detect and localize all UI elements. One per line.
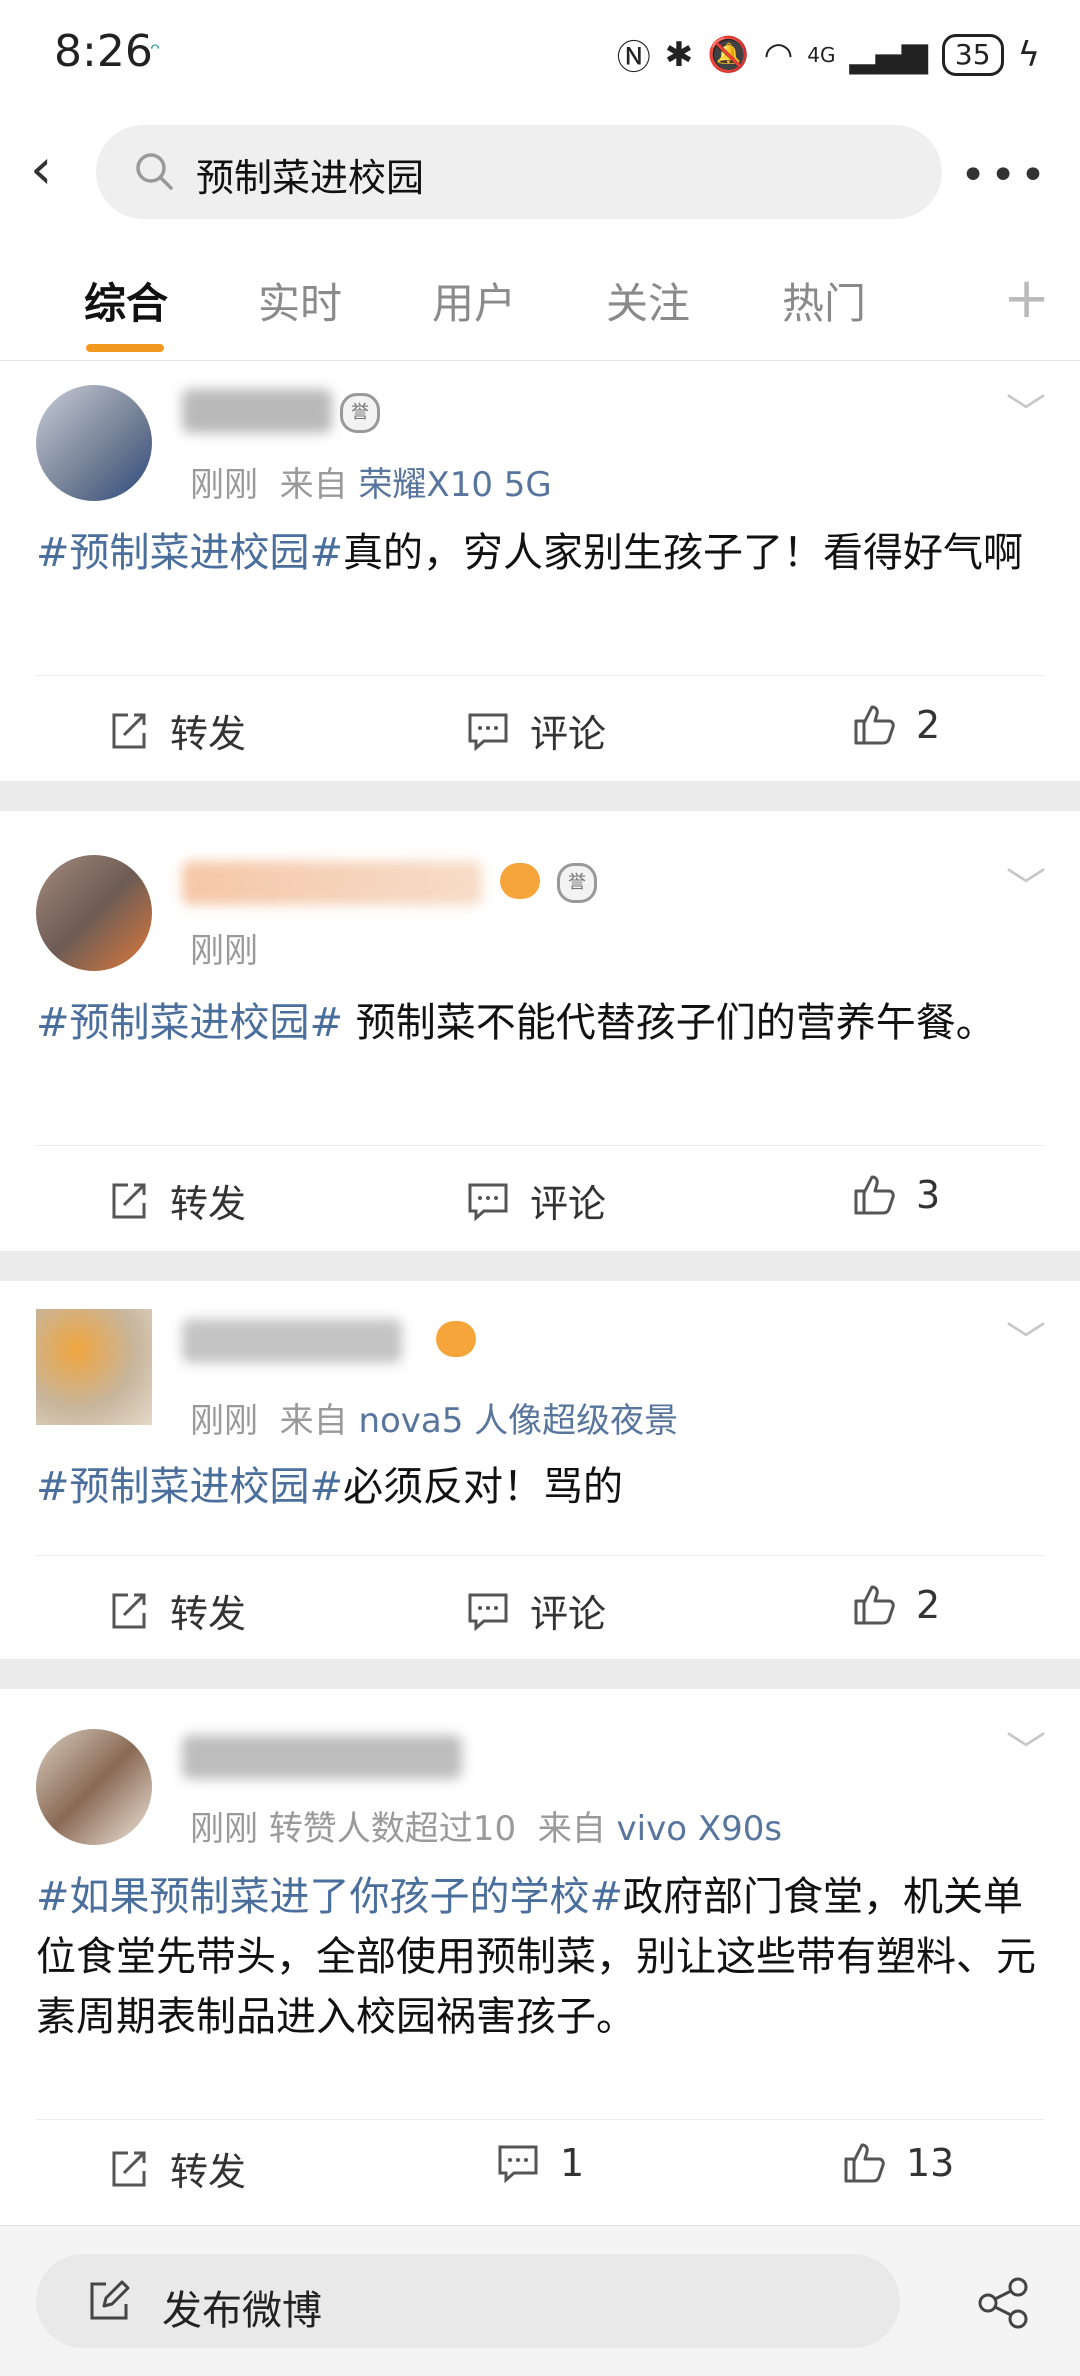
comment-button[interactable]: 评论: [466, 1583, 606, 1638]
thumbs-up-icon: [844, 2143, 885, 2183]
charging-icon: ϟ: [1017, 34, 1040, 75]
mute-icon: 🔕: [707, 34, 750, 75]
post-meta: 刚刚 来自 nova5 人像超级夜景: [190, 1401, 679, 1441]
hashtag-link[interactable]: #预制菜进校园#: [36, 1000, 343, 1046]
username-blurred[interactable]: [182, 1735, 462, 1779]
post-text[interactable]: #预制菜进校园#必须反对！骂的: [36, 1457, 1044, 1517]
post-source[interactable]: 荣耀X10 5G: [358, 465, 551, 505]
bottom-bar: 发布微博: [0, 2225, 1080, 2376]
search-query: 预制菜进校园: [196, 156, 425, 200]
comment-icon: [468, 713, 508, 751]
post-text[interactable]: #预制菜进校园#真的，穷人家别生孩子了！看得好气啊: [36, 523, 1044, 583]
tab-users[interactable]: 用户: [432, 270, 516, 331]
post-meta: 刚刚 转赞人数超过10 来自 vivo X90s: [190, 1809, 783, 1849]
chevron-down-icon[interactable]: ﹀: [1006, 1309, 1046, 1367]
avatar[interactable]: [36, 385, 152, 501]
battery-level: 35: [941, 33, 1004, 76]
post-meta: 刚刚 来自 荣耀X10 5G: [190, 465, 552, 505]
status-time: 8:26: [54, 26, 153, 77]
comment-button[interactable]: 1: [496, 2141, 584, 2185]
share-icon[interactable]: [976, 2276, 1030, 2330]
divider: [36, 1145, 1044, 1146]
network-type: 4G: [807, 42, 836, 67]
add-tab-icon[interactable]: +: [1003, 266, 1050, 331]
like-button[interactable]: 2: [852, 1583, 940, 1627]
post-text[interactable]: #预制菜进校园# 预制菜不能代替孩子们的营养午餐。: [36, 993, 1044, 1053]
status-bar: 8:26 ᵔ Ⓝ ✱ 🔕 ◠ 4G ▂▄▆ 35 ϟ: [0, 0, 1080, 110]
wifi-icon: ◠: [763, 34, 794, 75]
username-blurred[interactable]: [182, 861, 482, 905]
signal-icon: ▂▄▆: [849, 34, 928, 75]
thumbs-up-icon: [854, 1175, 895, 1215]
search-header: ‹ 预制菜进校园 •••: [0, 110, 1080, 236]
repost-icon: [112, 713, 146, 748]
tab-following[interactable]: 关注: [606, 270, 690, 331]
chevron-down-icon[interactable]: ﹀: [1006, 1719, 1046, 1777]
comment-icon: [468, 1183, 508, 1221]
repost-button[interactable]: 转发: [106, 2141, 246, 2196]
compose-label: 发布微博: [162, 2288, 322, 2334]
hashtag-link[interactable]: #预制菜进校园#: [36, 1464, 343, 1510]
comment-button[interactable]: 评论: [466, 703, 606, 758]
edit-icon: [90, 2280, 130, 2320]
repost-button[interactable]: 转发: [106, 1583, 246, 1638]
nfc-icon: Ⓝ: [616, 38, 651, 78]
back-icon[interactable]: ‹: [30, 140, 70, 200]
avatar[interactable]: [36, 1309, 162, 1425]
repost-icon: [112, 2151, 146, 2186]
post-actions: 转发 评论 2: [0, 1557, 1080, 1667]
post-source[interactable]: vivo X90s: [617, 1809, 783, 1849]
repost-button[interactable]: 转发: [106, 703, 246, 758]
tab-comprehensive[interactable]: 综合: [84, 270, 168, 331]
post-card[interactable]: ﹀ 刚刚 来自 nova5 人像超级夜景 #预制菜进校园#必须反对！骂的 转发 …: [0, 1281, 1080, 1659]
comment-icon: [498, 2145, 538, 2184]
post-meta: 刚刚: [190, 931, 258, 971]
repost-button[interactable]: 转发: [106, 1173, 246, 1228]
level-badge-icon: 誉: [557, 863, 597, 903]
repost-icon: [112, 1183, 146, 1218]
repost-icon: [112, 1593, 146, 1628]
sync-icon: ᵔ: [150, 38, 161, 68]
bluetooth-icon: ✱: [664, 34, 694, 75]
more-icon[interactable]: •••: [960, 150, 1050, 201]
tab-hot[interactable]: 热门: [782, 270, 866, 331]
post-actions: 转发 1 13: [0, 2115, 1080, 2225]
chevron-down-icon[interactable]: ﹀: [1006, 381, 1046, 439]
fan-badge-icon: [500, 863, 540, 899]
post-actions: 转发 评论 2: [0, 677, 1080, 787]
level-badge-icon: 誉: [340, 393, 380, 433]
post-card[interactable]: 誉 ﹀ 刚刚 #预制菜进校园# 预制菜不能代替孩子们的营养午餐。 转发 评论 3: [0, 811, 1080, 1251]
post-card[interactable]: ﹀ 刚刚 转赞人数超过10 来自 vivo X90s #如果预制菜进了你孩子的学…: [0, 1689, 1080, 2225]
thumbs-up-icon: [854, 1585, 895, 1625]
username-blurred[interactable]: [182, 1319, 402, 1363]
like-button[interactable]: 2: [852, 703, 940, 747]
hashtag-link[interactable]: #如果预制菜进了你孩子的学校#: [36, 1874, 623, 1920]
hashtag-link[interactable]: #预制菜进校园#: [36, 530, 343, 576]
comment-icon: [468, 1593, 508, 1631]
tab-bar: 综合 实时 用户 关注 热门 +: [0, 236, 1080, 361]
like-button[interactable]: 13: [842, 2141, 954, 2185]
fan-badge-icon: [436, 1321, 476, 1357]
active-tab-indicator: [86, 344, 164, 352]
thumbs-up-icon: [854, 705, 895, 745]
divider: [36, 675, 1044, 676]
chevron-down-icon[interactable]: ﹀: [1006, 855, 1046, 913]
status-icons: Ⓝ ✱ 🔕 ◠ 4G ▂▄▆ 35 ϟ: [617, 30, 1040, 79]
search-input[interactable]: 预制菜进校园: [96, 125, 942, 219]
like-button[interactable]: 3: [852, 1173, 940, 1217]
tab-realtime[interactable]: 实时: [258, 270, 342, 331]
comment-button[interactable]: 评论: [466, 1173, 606, 1228]
divider: [36, 1555, 1044, 1556]
post-source[interactable]: nova5 人像超级夜景: [358, 1401, 678, 1441]
post-card[interactable]: 誉 ﹀ 刚刚 来自 荣耀X10 5G #预制菜进校园#真的，穷人家别生孩子了！看…: [0, 361, 1080, 781]
post-text[interactable]: #如果预制菜进了你孩子的学校#政府部门食堂，机关单位食堂先带头，全部使用预制菜，…: [36, 1867, 1044, 2047]
compose-button[interactable]: 发布微博: [36, 2254, 900, 2348]
avatar[interactable]: [36, 1729, 152, 1845]
post-actions: 转发 评论 3: [0, 1147, 1080, 1257]
username-blurred[interactable]: [182, 389, 332, 433]
search-icon: [136, 153, 173, 190]
avatar[interactable]: [36, 855, 152, 971]
